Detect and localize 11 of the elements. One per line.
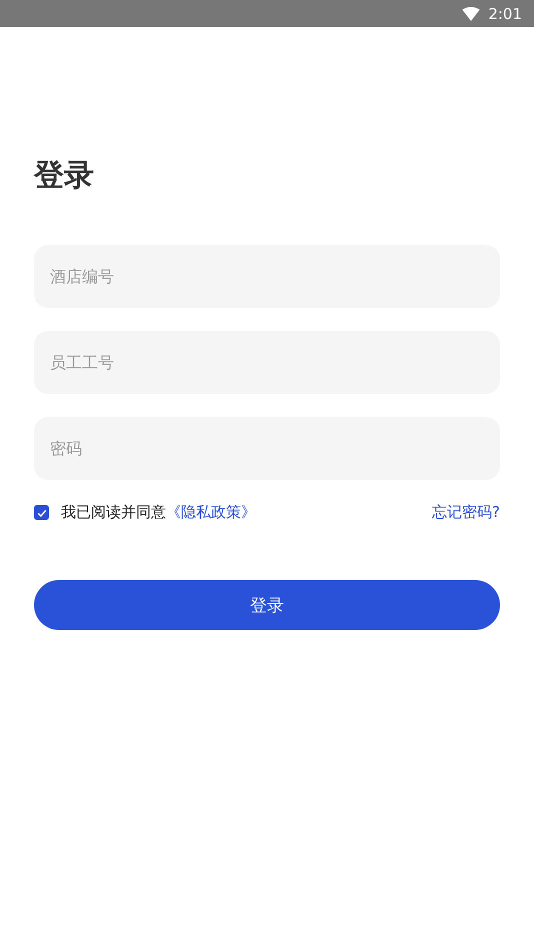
input-field[interactable]: 酒店编号 (34, 245, 500, 308)
checkbox[interactable] (34, 505, 49, 520)
page-title: 登录 (34, 157, 95, 195)
agreement-text: 我已阅读并同意 (61, 503, 166, 522)
privacy-policy-link[interactable]: 《隐私政策》 (166, 503, 256, 522)
input-field[interactable]: 员工工号 (34, 331, 500, 394)
forgot-password-link[interactable]: 忘记密码? (432, 503, 500, 522)
clock-time: 2:01 (488, 4, 522, 22)
wifi-icon (462, 6, 480, 20)
login-button[interactable]: 登录 (34, 580, 500, 630)
input-field[interactable]: 密码 (34, 417, 500, 480)
